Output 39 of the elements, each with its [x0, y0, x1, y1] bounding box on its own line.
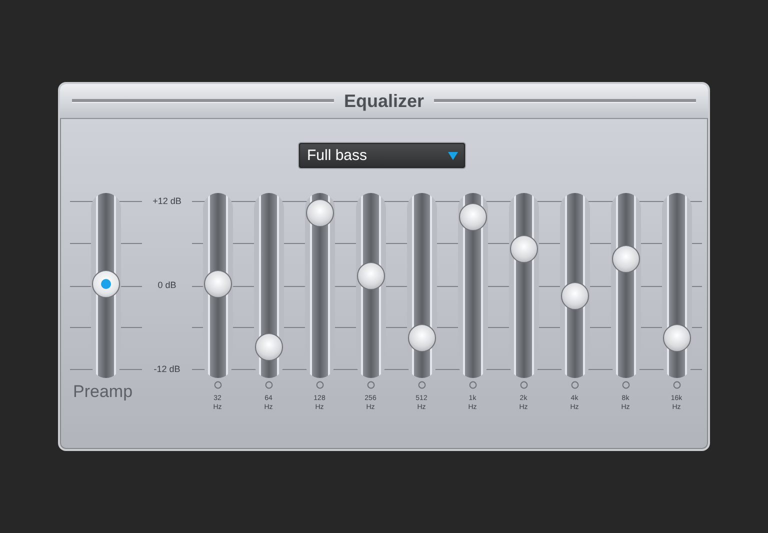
slider-thumb[interactable] [356, 262, 384, 290]
indicator-icon [520, 381, 528, 389]
indicator-icon [214, 381, 222, 389]
slider-thumb[interactable] [458, 202, 486, 231]
indicator-icon [366, 381, 374, 389]
slider-track[interactable] [254, 193, 284, 378]
slider-track[interactable] [356, 193, 386, 378]
scale-label: +12 dB [152, 196, 182, 206]
indicator-icon [468, 381, 476, 389]
indicator-icon [570, 381, 578, 389]
slider-track[interactable] [202, 193, 232, 378]
slider-thumb[interactable] [662, 324, 690, 352]
slider-track[interactable] [406, 193, 436, 378]
slider-thumb[interactable] [560, 282, 588, 310]
scale-label: 0 dB [156, 280, 178, 290]
caret-icon [448, 152, 458, 160]
indicator-icon [672, 381, 680, 389]
slider-thumb[interactable] [254, 333, 282, 361]
scale-label: -12 dB [152, 364, 182, 374]
window-title: Equalizer [344, 90, 424, 112]
slider-track[interactable] [560, 193, 590, 378]
preset-dropdown[interactable]: Full bass [299, 143, 465, 168]
indicator-icon [316, 381, 324, 389]
indicator-icon [418, 381, 426, 389]
slider-thumb[interactable] [204, 270, 232, 298]
slider-track[interactable] [662, 193, 692, 378]
preamp-label: Preamp [73, 382, 133, 402]
indicator-icon [622, 381, 630, 389]
slider-track[interactable] [610, 193, 640, 378]
slider-thumb[interactable] [306, 199, 334, 228]
slider-track[interactable] [508, 193, 538, 378]
slider-thumb[interactable] [408, 324, 436, 352]
slider-thumb[interactable] [92, 270, 120, 298]
indicator-icon [264, 381, 272, 389]
slider-thumb[interactable] [510, 234, 538, 263]
slider-track[interactable] [304, 193, 334, 378]
slider-thumb[interactable] [612, 244, 640, 273]
slider-track[interactable] [91, 193, 121, 378]
slider-track[interactable] [458, 193, 488, 378]
